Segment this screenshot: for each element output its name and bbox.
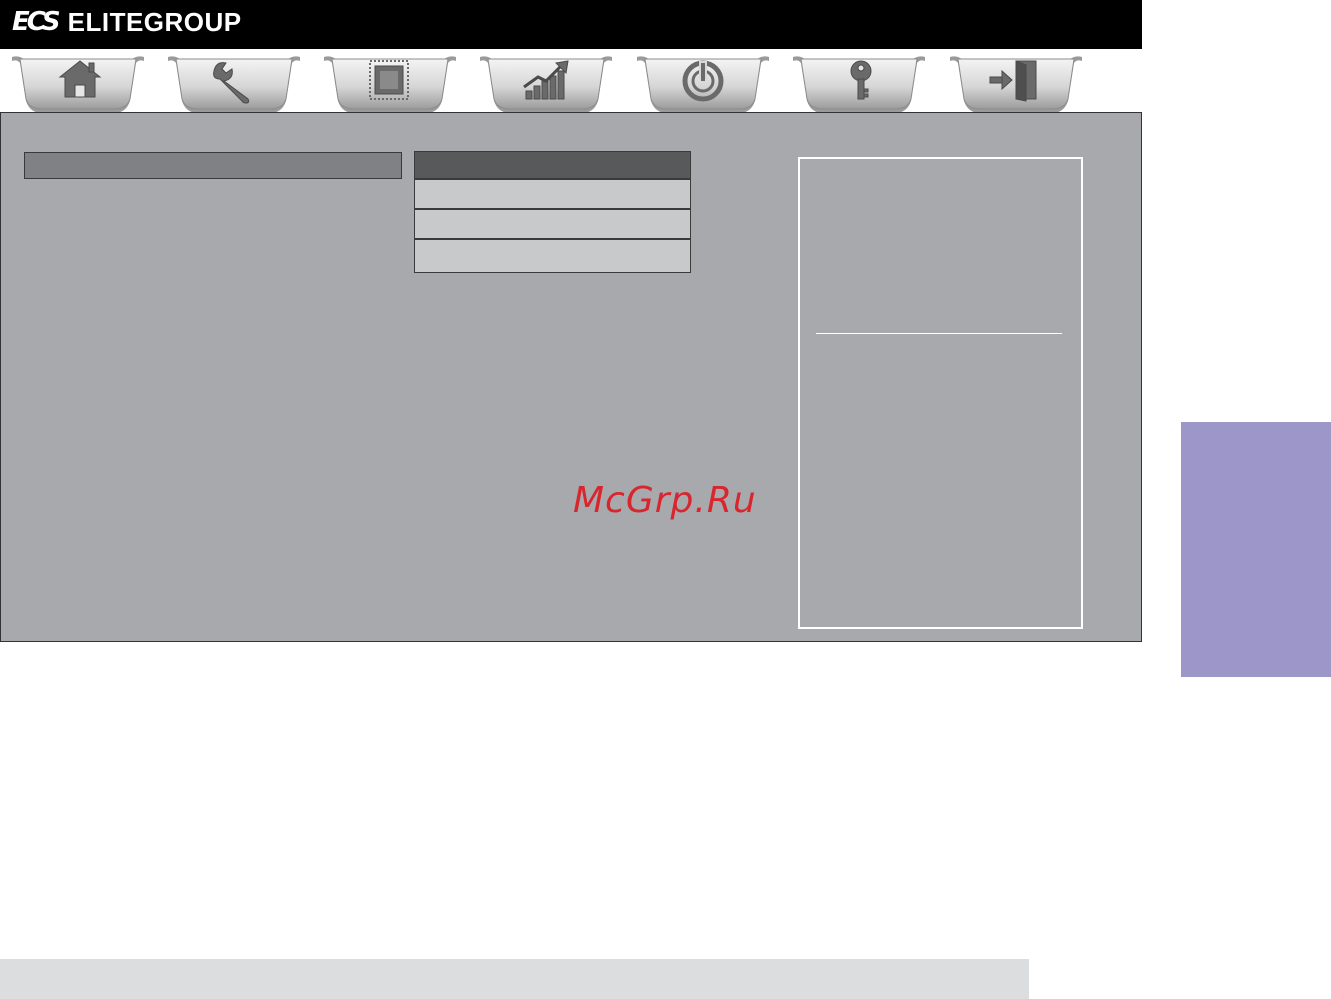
watermark-text: McGrp.Ru [573, 480, 757, 521]
brand-name: ELITEGROUP [67, 6, 242, 37]
page-footer-bar [0, 959, 1029, 999]
bios-main-panel: McGrp.Ru [0, 112, 1142, 642]
help-divider [816, 333, 1062, 334]
ecs-logo-mark: ECS [12, 7, 61, 37]
tab-security[interactable] [789, 53, 929, 113]
help-panel [798, 157, 1083, 629]
chapter-side-tab [1181, 422, 1331, 677]
popup-option-1[interactable] [415, 180, 690, 210]
tab-exit[interactable] [946, 53, 1086, 113]
popup-option-2[interactable] [415, 210, 690, 240]
option-popup-menu [414, 151, 691, 273]
tab-chipset[interactable] [320, 53, 460, 113]
popup-header [415, 152, 690, 180]
tab-boot[interactable] [633, 53, 773, 113]
tab-main[interactable] [8, 53, 148, 113]
tab-mib[interactable] [476, 53, 616, 113]
tab-advanced[interactable] [164, 53, 304, 113]
ecs-logo: ECS ELITEGROUP [12, 6, 242, 38]
chip-icon [369, 60, 409, 100]
menu-title-bar [24, 152, 402, 179]
bios-header: ECS ELITEGROUP [0, 0, 1142, 49]
bios-tab-bar [0, 49, 1142, 113]
popup-option-3[interactable] [415, 240, 690, 272]
